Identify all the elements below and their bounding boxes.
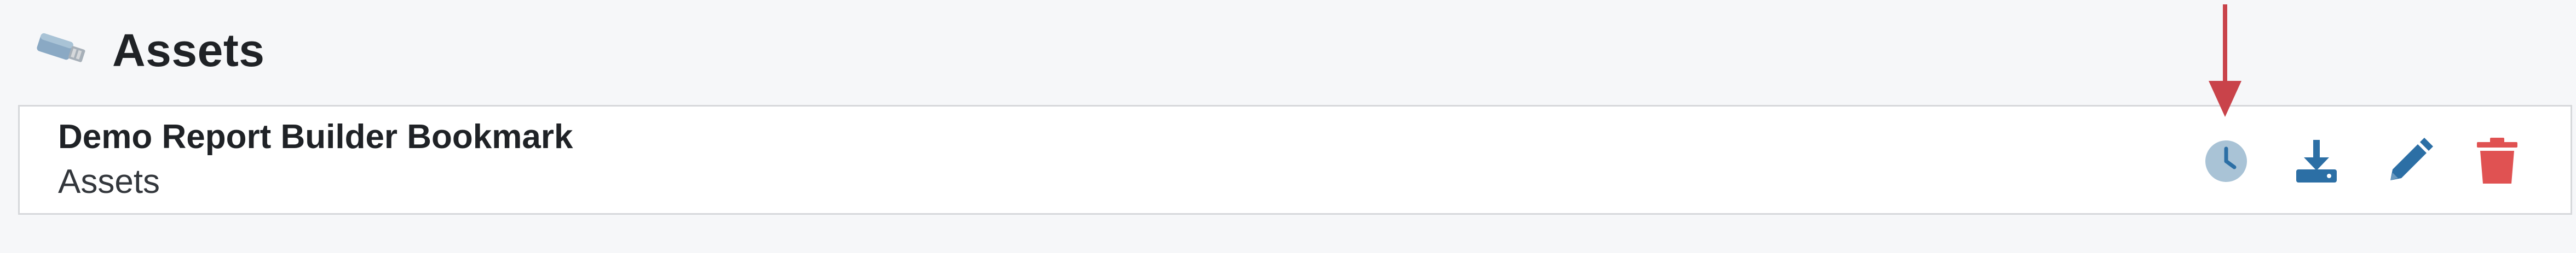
bookmark-list-item[interactable]: Demo Report Builder Bookmark Assets: [18, 105, 2572, 215]
bookmark-category: Assets: [58, 163, 160, 201]
delete-button[interactable]: [2473, 137, 2522, 186]
download-button[interactable]: [2292, 137, 2341, 186]
trash-icon: [2473, 137, 2522, 186]
clock-icon: [2202, 137, 2251, 186]
red-arrow-icon: [2209, 4, 2241, 117]
pencil-icon: [2385, 137, 2434, 186]
edit-button[interactable]: [2385, 137, 2434, 186]
download-icon: [2292, 137, 2341, 186]
asset-tag-icon: [33, 28, 90, 72]
page-header: Assets: [33, 17, 265, 83]
page-title: Assets: [112, 24, 265, 76]
bookmark-name[interactable]: Demo Report Builder Bookmark: [58, 117, 573, 156]
schedule-button[interactable]: [2202, 137, 2251, 186]
